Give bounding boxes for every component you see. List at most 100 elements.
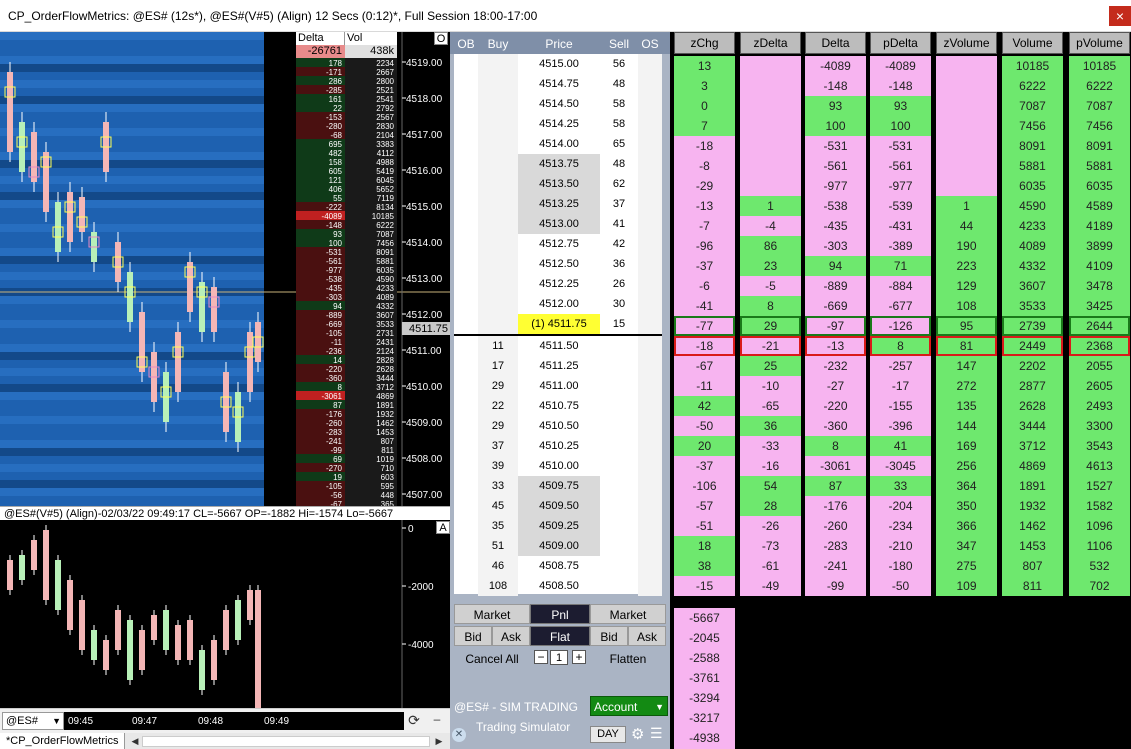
- workspace-tab[interactable]: *CP_OrderFlowMetrics: [0, 733, 126, 749]
- ladder-ob-cell[interactable]: [454, 134, 478, 154]
- ladder-row[interactable]: 4513.75 48: [454, 154, 662, 174]
- flatten-button[interactable]: Flatten: [590, 648, 666, 668]
- ladder-sell-cell[interactable]: [600, 356, 638, 376]
- close-circle-icon[interactable]: ✕: [452, 728, 466, 742]
- ladder-sell-cell[interactable]: [600, 516, 638, 536]
- ladder-row[interactable]: 4512.50 36: [454, 254, 662, 274]
- ladder-price-cell[interactable]: 4514.00: [518, 134, 600, 154]
- ladder-price-cell[interactable]: 4509.50: [518, 496, 600, 516]
- ladder-buy-cell[interactable]: 46: [478, 556, 518, 576]
- ladder-os-cell[interactable]: [638, 254, 662, 274]
- ladder-buy-cell[interactable]: 45: [478, 496, 518, 516]
- ladder-row[interactable]: 17 4511.25: [454, 356, 662, 376]
- ladder-buy-cell[interactable]: 37: [478, 436, 518, 456]
- ladder-ob-cell[interactable]: [454, 174, 478, 194]
- ladder-buy-cell[interactable]: 29: [478, 376, 518, 396]
- ladder-ob-cell[interactable]: [454, 114, 478, 134]
- ladder-os-cell[interactable]: [638, 174, 662, 194]
- ladder-row[interactable]: 4514.50 58: [454, 94, 662, 114]
- ladder-sell-cell[interactable]: 26: [600, 274, 638, 294]
- horizontal-scrollbar[interactable]: [142, 736, 430, 747]
- ladder-ob-cell[interactable]: [454, 274, 478, 294]
- ladder-os-cell[interactable]: [638, 376, 662, 396]
- ladder-row[interactable]: 29 4511.00: [454, 376, 662, 396]
- ladder-sell-cell[interactable]: 65: [600, 134, 638, 154]
- ladder-row[interactable]: 33 4509.75: [454, 476, 662, 496]
- ladder-buy-cell[interactable]: [478, 134, 518, 154]
- ladder-price-cell[interactable]: 4510.25: [518, 436, 600, 456]
- ladder-os-cell[interactable]: [638, 294, 662, 314]
- ladder-os-cell[interactable]: [638, 336, 662, 356]
- ladder-buy-cell[interactable]: [478, 74, 518, 94]
- ladder-os-cell[interactable]: [638, 194, 662, 214]
- ladder-buy-cell[interactable]: [478, 274, 518, 294]
- sell-bid-button[interactable]: Bid: [590, 626, 628, 646]
- ladder-os-cell[interactable]: [638, 496, 662, 516]
- ladder-sell-cell[interactable]: 62: [600, 174, 638, 194]
- ladder-ob-cell[interactable]: [454, 516, 478, 536]
- ladder-price-cell[interactable]: 4513.50: [518, 174, 600, 194]
- ladder-buy-cell[interactable]: 51: [478, 536, 518, 556]
- ladder-os-cell[interactable]: [638, 396, 662, 416]
- ladder-row[interactable]: 4513.00 41: [454, 214, 662, 234]
- ladder-price-cell[interactable]: 4513.75: [518, 154, 600, 174]
- ladder-price-cell[interactable]: 4514.50: [518, 94, 600, 114]
- ladder-ob-cell[interactable]: [454, 54, 478, 74]
- ladder-row[interactable]: 22 4510.75: [454, 396, 662, 416]
- duration-button[interactable]: DAY: [590, 726, 626, 743]
- ladder-os-cell[interactable]: [638, 94, 662, 114]
- ladder-os-cell[interactable]: [638, 556, 662, 576]
- ladder-ob-cell[interactable]: [454, 194, 478, 214]
- ladder-sell-cell[interactable]: 56: [600, 54, 638, 74]
- ladder-ob-cell[interactable]: [454, 456, 478, 476]
- ladder-row[interactable]: 4514.75 48: [454, 74, 662, 94]
- ladder-buy-cell[interactable]: 29: [478, 416, 518, 436]
- ladder-buy-cell[interactable]: 35: [478, 516, 518, 536]
- ladder-buy-cell[interactable]: 22: [478, 396, 518, 416]
- ladder-price-cell[interactable]: 4514.25: [518, 114, 600, 134]
- ladder-price-cell[interactable]: 4510.75: [518, 396, 600, 416]
- ladder-buy-cell[interactable]: 11: [478, 336, 518, 356]
- chart-area[interactable]: 178 2234 -171 2667 286 2800 -285 2521 161 2541 22 2…: [0, 32, 450, 749]
- ladder-buy-cell[interactable]: [478, 114, 518, 134]
- ladder-ob-cell[interactable]: [454, 576, 478, 596]
- ladder-ob-cell[interactable]: [454, 74, 478, 94]
- ladder-os-cell[interactable]: [638, 416, 662, 436]
- ladder-price-cell[interactable]: 4513.00: [518, 214, 600, 234]
- buy-bid-button[interactable]: Bid: [454, 626, 492, 646]
- ladder-os-cell[interactable]: [638, 54, 662, 74]
- ladder-price-cell[interactable]: 4510.00: [518, 456, 600, 476]
- ladder-sell-cell[interactable]: [600, 536, 638, 556]
- ladder-row[interactable]: 39 4510.00: [454, 456, 662, 476]
- ladder-buy-cell[interactable]: [478, 294, 518, 314]
- ladder-row[interactable]: 29 4510.50: [454, 416, 662, 436]
- ladder-row[interactable]: 35 4509.25: [454, 516, 662, 536]
- ladder-row[interactable]: 4513.25 37: [454, 194, 662, 214]
- ladder-ob-cell[interactable]: [454, 536, 478, 556]
- ladder-price-cell[interactable]: 4509.00: [518, 536, 600, 556]
- ladder-price-cell[interactable]: 4515.00: [518, 54, 600, 74]
- ladder-ob-cell[interactable]: [454, 376, 478, 396]
- ladder-row[interactable]: 4513.50 62: [454, 174, 662, 194]
- ladder-price-cell[interactable]: (1) 4511.75: [518, 314, 600, 334]
- ladder-buy-cell[interactable]: [478, 154, 518, 174]
- ladder-ob-cell[interactable]: [454, 314, 478, 334]
- ladder-price-cell[interactable]: 4508.75: [518, 556, 600, 576]
- ladder-sell-cell[interactable]: [600, 336, 638, 356]
- cancel-all-button[interactable]: Cancel All: [454, 648, 530, 668]
- ladder-os-cell[interactable]: [638, 274, 662, 294]
- ladder-price-cell[interactable]: 4509.75: [518, 476, 600, 496]
- ladder-price-cell[interactable]: 4511.25: [518, 356, 600, 376]
- ladder-ob-cell[interactable]: [454, 396, 478, 416]
- ladder-row[interactable]: 4514.25 58: [454, 114, 662, 134]
- chart-options-button[interactable]: O: [434, 32, 448, 45]
- sell-market-button[interactable]: Market: [590, 604, 666, 624]
- ladder-sell-cell[interactable]: [600, 576, 638, 596]
- ladder-price-cell[interactable]: 4508.50: [518, 576, 600, 596]
- ladder-os-cell[interactable]: [638, 356, 662, 376]
- price-chart[interactable]: 178 2234 -171 2667 286 2800 -285 2521 161 2541 22 2…: [0, 32, 450, 506]
- ladder-ob-cell[interactable]: [454, 356, 478, 376]
- ladder-buy-cell[interactable]: [478, 254, 518, 274]
- buy-market-button[interactable]: Market: [454, 604, 530, 624]
- ladder-os-cell[interactable]: [638, 456, 662, 476]
